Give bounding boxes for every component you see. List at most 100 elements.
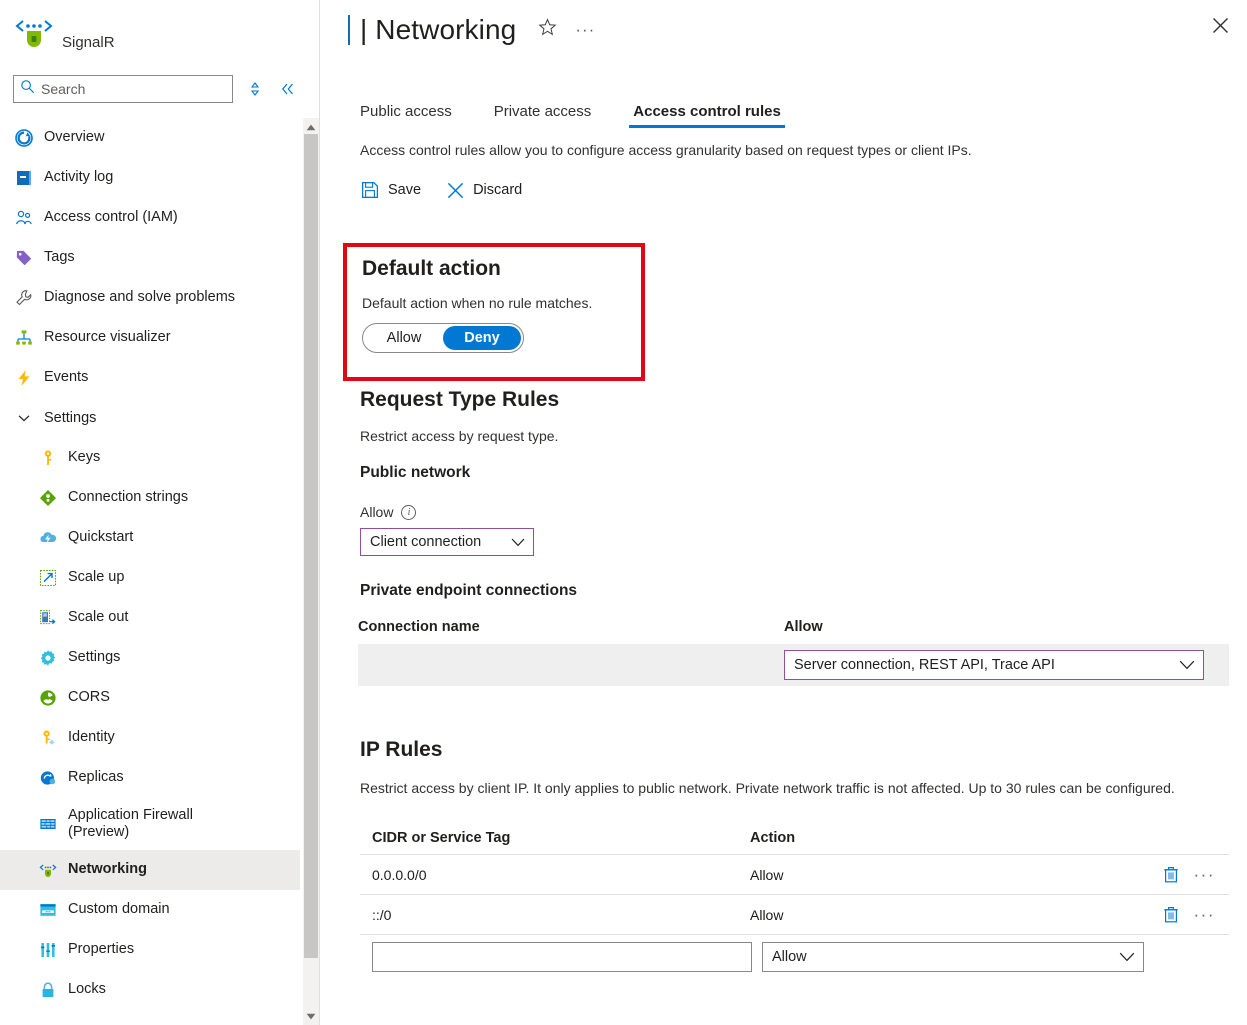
sidebar-item-scale-up[interactable]: Scale up [0, 558, 300, 598]
sidebar-item-tags[interactable]: Tags [0, 238, 300, 278]
public-network-field-label-row: Allow i [320, 504, 1247, 520]
access-control-icon [14, 208, 34, 228]
chevron-double-left-icon[interactable] [275, 76, 300, 102]
scroll-down-arrow-icon[interactable] [303, 1009, 319, 1023]
resource-name: SignalR [62, 34, 115, 51]
info-icon[interactable]: i [401, 505, 416, 520]
search-box[interactable] [13, 75, 233, 103]
sidebar-item-resource-visualizer[interactable]: Resource visualizer [0, 318, 300, 358]
ellipsis-icon[interactable]: ··· [1194, 910, 1215, 920]
ip-rules-table-header: CIDR or Service Tag Action [360, 821, 1229, 855]
signalr-icon [14, 12, 54, 52]
private-endpoint-allow-dropdown[interactable]: Server connection, REST API, Trace API [784, 650, 1204, 680]
ip-rules-table: CIDR or Service Tag Action 0.0.0.0/0 All… [360, 821, 1229, 979]
discard-button[interactable]: Discard [445, 180, 522, 200]
resource-header: SignalR [0, 0, 300, 70]
new-action-dropdown[interactable]: Allow [762, 942, 1144, 972]
sidebar-item-label: Overview [44, 129, 104, 146]
title-accent-bar [348, 15, 350, 45]
sidebar-item-networking[interactable]: Networking [0, 850, 300, 890]
ip-rule-new-row: Allow [360, 935, 1229, 979]
request-type-rules-heading: Request Type Rules [320, 388, 1247, 412]
search-input[interactable] [41, 81, 221, 97]
save-icon [360, 180, 380, 200]
default-action-toggle[interactable]: Allow Deny [362, 323, 524, 353]
tab-public-access[interactable]: Public access [358, 103, 454, 128]
default-action-option-deny[interactable]: Deny [443, 326, 521, 350]
sidebar-item-label: Keys [68, 449, 100, 466]
sidebar-item-application-firewall[interactable]: Application Firewall (Preview) [0, 798, 300, 850]
identity-icon [38, 728, 58, 748]
page-description: Access control rules allow you to config… [320, 142, 1247, 158]
sidebar-item-activity-log[interactable]: Activity log [0, 158, 300, 198]
sidebar-item-locks[interactable]: Locks [0, 970, 300, 1010]
tab-private-access[interactable]: Private access [492, 103, 594, 128]
sidebar-item-access-control[interactable]: Access control (IAM) [0, 198, 300, 238]
sidebar-item-quickstart[interactable]: Quickstart [0, 518, 300, 558]
private-endpoint-allow-value: Server connection, REST API, Trace API [794, 657, 1055, 673]
tags-icon [14, 248, 34, 268]
cors-icon [38, 688, 58, 708]
trash-icon[interactable] [1162, 866, 1180, 884]
trash-icon[interactable] [1162, 906, 1180, 924]
properties-icon [38, 940, 58, 960]
public-network-allow-value: Client connection [370, 534, 481, 550]
sidebar-item-cors[interactable]: CORS [0, 678, 300, 718]
sidebar-item-connection-strings[interactable]: Connection strings [0, 478, 300, 518]
tab-bar: Public access Private access Access cont… [320, 88, 1247, 128]
sidebar-item-replicas[interactable]: Replicas [0, 758, 300, 798]
tab-access-control-rules[interactable]: Access control rules [631, 103, 783, 128]
sidebar-item-properties[interactable]: Properties [0, 930, 300, 970]
default-action-option-allow[interactable]: Allow [365, 326, 443, 350]
sort-icon[interactable] [243, 76, 268, 102]
new-action-value: Allow [772, 949, 807, 965]
sidebar-item-overview[interactable]: Overview [0, 118, 300, 158]
sidebar-item-identity[interactable]: Identity [0, 718, 300, 758]
sidebar-item-label: Identity [68, 729, 115, 746]
table-row: ::/0 Allow ··· [360, 895, 1229, 935]
firewall-icon [38, 814, 58, 834]
sidebar-item-scale-out[interactable]: Scale out [0, 598, 300, 638]
sidebar-item-events[interactable]: Events [0, 358, 300, 398]
public-network-heading: Public network [320, 464, 1247, 482]
ip-rule-action: Allow [750, 907, 1130, 923]
quickstart-icon [38, 528, 58, 548]
sidebar-group-settings[interactable]: Settings [0, 398, 300, 438]
sidebar-scrollbar[interactable] [303, 118, 319, 1025]
save-button[interactable]: Save [360, 180, 421, 200]
sidebar-item-custom-domain[interactable]: www Custom domain [0, 890, 300, 930]
sidebar-item-keys[interactable]: Keys [0, 438, 300, 478]
svg-text:www: www [45, 911, 51, 914]
lock-icon [38, 980, 58, 1000]
ip-rules-subtext: Restrict access by client IP. It only ap… [320, 778, 1247, 799]
search-row [0, 70, 300, 108]
table-row: Server connection, REST API, Trace API [358, 644, 1229, 686]
ellipsis-icon[interactable]: ··· [575, 20, 595, 40]
close-icon[interactable] [1205, 10, 1235, 40]
chevron-down-icon [14, 411, 34, 425]
scroll-up-arrow-icon[interactable] [303, 120, 319, 134]
ellipsis-icon[interactable]: ··· [1194, 870, 1215, 880]
scrollbar-thumb[interactable] [304, 134, 318, 958]
request-type-rules-subtext: Restrict access by request type. [320, 428, 1247, 444]
sidebar-item-label: Custom domain [68, 901, 170, 918]
discard-icon [445, 180, 465, 200]
star-icon[interactable] [538, 18, 557, 42]
ip-rule-cidr: ::/0 [360, 907, 750, 923]
sidebar-item-label: Events [44, 369, 88, 386]
sidebar-item-label: Scale up [68, 569, 124, 586]
new-cidr-input[interactable] [372, 942, 752, 972]
sidebar-item-label: Properties [68, 941, 134, 958]
navigation-list: Overview Activity log [0, 118, 300, 1025]
chevron-down-icon [1179, 658, 1195, 673]
sidebar-item-diagnose[interactable]: Diagnose and solve problems [0, 278, 300, 318]
sidebar-item-settings[interactable]: Settings [0, 638, 300, 678]
scale-out-icon [38, 608, 58, 628]
discard-label: Discard [473, 182, 522, 198]
sidebar-item-label: Connection strings [68, 489, 188, 506]
sidebar-item-label: Replicas [68, 769, 124, 786]
column-header-connection-name: Connection name [358, 619, 784, 635]
public-network-allow-dropdown[interactable]: Client connection [360, 528, 534, 556]
ip-rule-cidr: 0.0.0.0/0 [360, 867, 750, 883]
sidebar-item-label: Locks [68, 981, 106, 998]
